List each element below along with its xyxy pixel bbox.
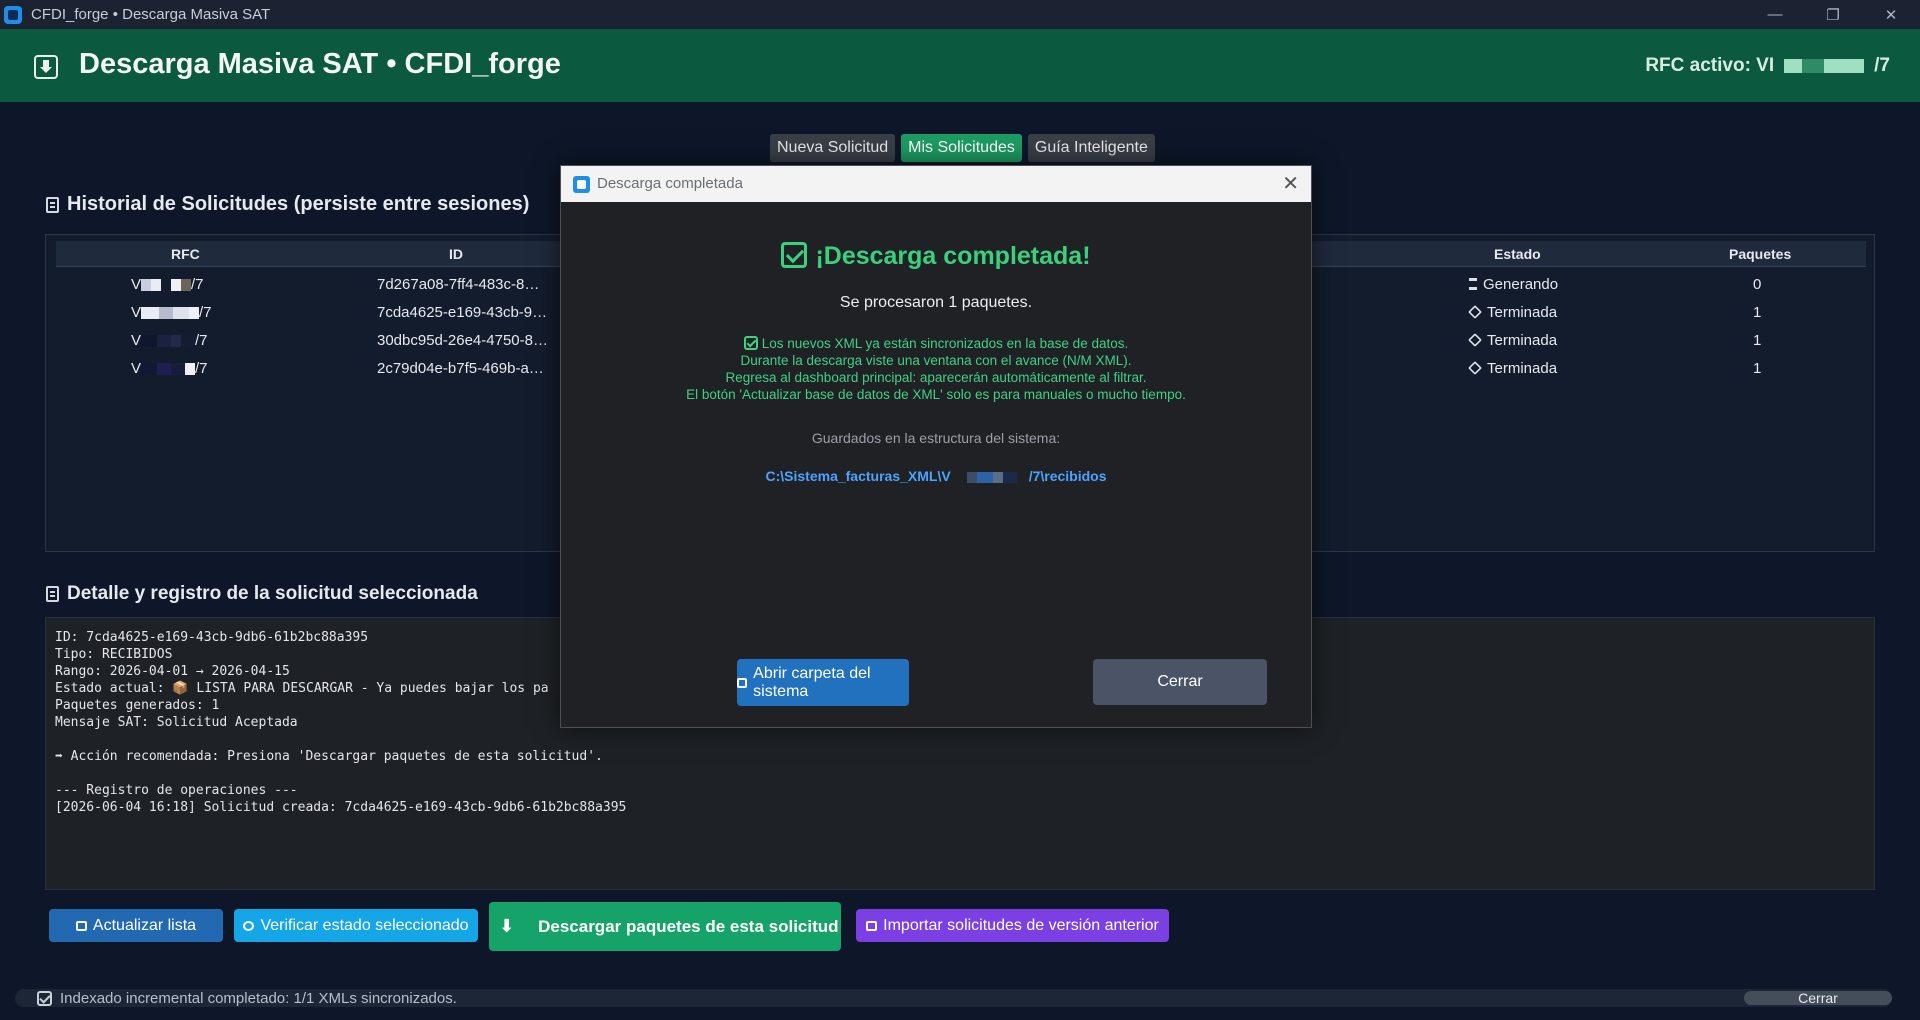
detail-title: Detalle y registro de la solicitud selec…	[46, 583, 478, 605]
paquetes-cell: 1	[1753, 304, 1762, 321]
scroll-icon	[46, 196, 59, 213]
document-icon	[46, 586, 59, 602]
app-icon	[4, 5, 22, 24]
check-icon	[37, 990, 52, 1006]
id-cell: 7d267a08-7ff4-483c-8…	[377, 276, 540, 293]
dialog-title-bar: Descarga completada ✕	[561, 166, 1311, 202]
cube-icon	[1468, 333, 1482, 347]
close-window-button[interactable]: ✕	[1862, 0, 1920, 29]
tab-nueva-solicitud[interactable]: Nueva Solicitud	[770, 134, 896, 162]
dialog-info: Los nuevos XML ya están sincronizados en…	[686, 336, 1186, 402]
verify-status-button[interactable]: Verificar estado seleccionado	[234, 909, 478, 942]
id-cell: 30dbc95d-26e4-4750-8…	[377, 332, 548, 349]
saved-label: Guardados en la estructura del sistema:	[811, 430, 1061, 446]
refresh-icon	[75, 920, 87, 931]
paquetes-cell: 1	[1753, 332, 1762, 349]
status-close-button[interactable]: Cerrar	[1744, 991, 1892, 1005]
cube-icon	[1468, 305, 1482, 319]
import-requests-button[interactable]: Importar solicitudes de versión anterior	[856, 909, 1169, 942]
rfc-cell: V/7	[131, 276, 204, 293]
page-title: Descarga Masiva SAT • CFDI_forge	[79, 48, 561, 80]
main-tabs: Nueva Solicitud Mis Solicitudes Guía Int…	[770, 134, 1155, 162]
folder-icon	[737, 677, 748, 688]
dialog-close-icon[interactable]: ✕	[1282, 171, 1299, 196]
col-estado[interactable]: Estado	[1494, 246, 1541, 262]
rfc-suffix: /7	[1874, 55, 1890, 76]
hourglass-icon	[1469, 278, 1477, 290]
history-title: Historial de Solicitudes (persiste entre…	[46, 193, 529, 216]
download-packages-button[interactable]: ⬇ Descargar paquetes de esta solicitud	[489, 902, 841, 951]
tab-mis-solicitudes[interactable]: Mis Solicitudes	[901, 134, 1022, 162]
system-path: C:\Sistema_facturas_XML\V/7\recibidos	[765, 468, 1107, 484]
estado-cell: Terminada	[1468, 360, 1557, 377]
status-bar: Indexado incremental completado: 1/1 XML…	[15, 989, 1892, 1007]
search-icon	[243, 920, 255, 931]
check-icon	[743, 336, 758, 350]
estado-cell: Terminada	[1468, 332, 1557, 349]
refresh-list-button[interactable]: Actualizar lista	[49, 909, 223, 942]
col-id[interactable]: ID	[449, 246, 463, 262]
tab-guia-inteligente[interactable]: Guía Inteligente	[1027, 134, 1155, 162]
col-rfc[interactable]: RFC	[171, 246, 200, 262]
id-cell: 2c79d04e-b7f5-469b-a…	[377, 360, 544, 377]
arrow-down-icon: ⬇	[499, 916, 515, 936]
download-complete-dialog: Descarga completada ✕ ¡Descarga completa…	[560, 165, 1312, 728]
window-title: CFDI_forge • Descarga Masiva SAT	[31, 6, 271, 23]
rfc-cell: V/7	[131, 360, 208, 377]
estado-cell: Terminada	[1468, 304, 1557, 321]
title-bar: CFDI_forge • Descarga Masiva SAT — ❐ ✕	[0, 0, 1920, 29]
dialog-subheading: Se procesaron 1 paquetes.	[839, 294, 1033, 311]
paquetes-cell: 1	[1753, 360, 1762, 377]
paquetes-cell: 0	[1753, 276, 1762, 293]
import-icon	[866, 920, 878, 931]
open-folder-button[interactable]: Abrir carpeta del sistema	[737, 659, 909, 706]
id-cell: 7cda4625-e169-43cb-9…	[377, 304, 548, 321]
active-rfc: RFC activo: VI/7	[1645, 55, 1890, 77]
download-icon	[34, 55, 58, 79]
cube-icon	[1468, 361, 1482, 375]
restore-button[interactable]: ❐	[1804, 0, 1862, 29]
dialog-title: Descarga completada	[597, 175, 743, 192]
rfc-cell: V/7	[131, 332, 208, 349]
rfc-cell: V/7	[131, 304, 212, 321]
col-paquetes[interactable]: Paquetes	[1729, 246, 1791, 262]
dialog-heading: ¡Descarga completada!	[561, 242, 1311, 271]
rfc-prefix: RFC activo: VI	[1645, 55, 1775, 76]
detail-text: ID: 7cda4625-e169-43cb-9db6-61b2bc88a395…	[55, 630, 627, 815]
dialog-close-button[interactable]: Cerrar	[1093, 659, 1267, 705]
app-header: Descarga Masiva SAT • CFDI_forge RFC act…	[0, 29, 1920, 102]
status-text: Indexado incremental completado: 1/1 XML…	[60, 989, 457, 1007]
check-icon	[781, 242, 808, 268]
estado-cell: Generando	[1469, 276, 1558, 293]
app-icon	[573, 176, 590, 193]
minimize-button[interactable]: —	[1746, 0, 1804, 29]
